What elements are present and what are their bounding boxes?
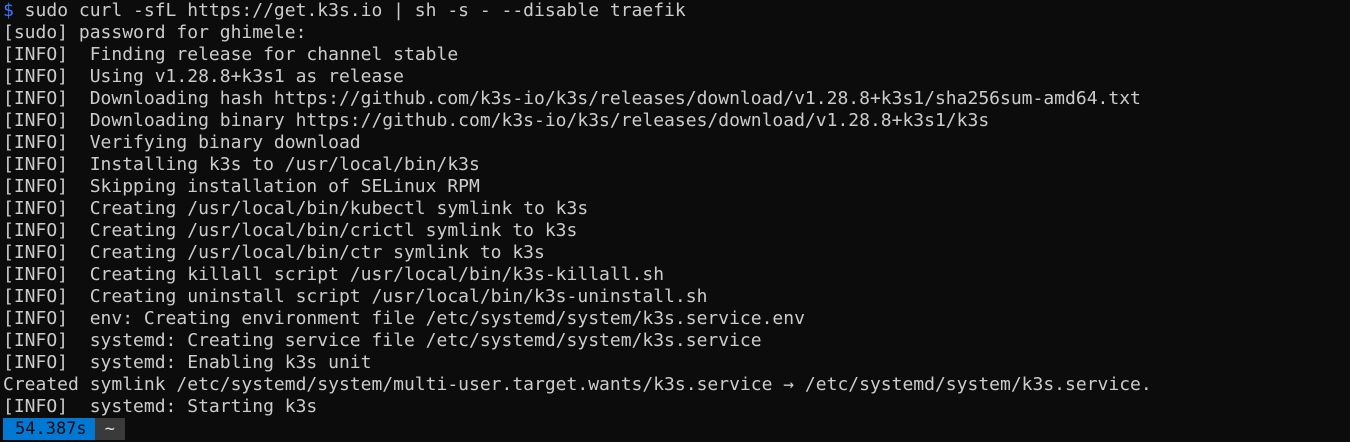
- output-line: [INFO] Downloading hash https://github.c…: [3, 88, 1141, 109]
- output-line: [INFO] Finding release for channel stabl…: [3, 44, 459, 65]
- output-line: [sudo] password for ghimele:: [3, 22, 307, 43]
- output-line: [INFO] Creating /usr/local/bin/crictl sy…: [3, 220, 578, 241]
- command-line: $ sudo curl -sfL https://get.k3s.io | sh…: [3, 0, 1350, 22]
- prompt-status-bar: 54.387s ~: [3, 418, 1350, 440]
- command-text: sudo curl -sfL https://get.k3s.io | sh -…: [13, 0, 686, 21]
- terminal-window[interactable]: $ sudo curl -sfL https://get.k3s.io | sh…: [0, 0, 1350, 442]
- execution-timer: 54.387s: [3, 418, 95, 440]
- output-line: [INFO] Verifying binary download: [3, 132, 361, 153]
- output-line: [INFO] env: Creating environment file /e…: [3, 308, 805, 329]
- prompt-symbol: $: [3, 0, 14, 21]
- output-line: [INFO] Using v1.28.8+k3s1 as release: [3, 66, 404, 87]
- output-line: [INFO] systemd: Creating service file /e…: [3, 330, 762, 351]
- current-directory: ~: [94, 418, 125, 440]
- output-line: [INFO] Creating /usr/local/bin/ctr symli…: [3, 242, 545, 263]
- output-line: [INFO] Creating uninstall script /usr/lo…: [3, 286, 708, 307]
- output-line: Created symlink /etc/systemd/system/mult…: [3, 374, 1152, 395]
- output-line: [INFO] Creating /usr/local/bin/kubectl s…: [3, 198, 589, 219]
- output-line: [INFO] Creating killall script /usr/loca…: [3, 264, 665, 285]
- output-line: [INFO] Installing k3s to /usr/local/bin/…: [3, 154, 480, 175]
- output-line: [INFO] Skipping installation of SELinux …: [3, 176, 480, 197]
- output-line: [INFO] systemd: Starting k3s: [3, 396, 318, 417]
- output-line: [INFO] systemd: Enabling k3s unit: [3, 352, 372, 373]
- output-line: [INFO] Downloading binary https://github…: [3, 110, 990, 131]
